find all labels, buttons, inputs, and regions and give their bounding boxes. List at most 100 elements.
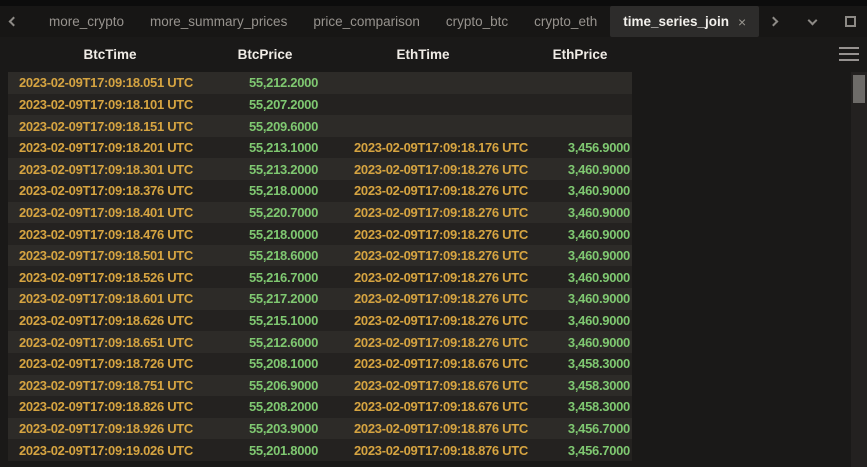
tab-label: crypto_eth bbox=[534, 14, 597, 29]
btc-time-cell: 2023-02-09T17:09:18.101 UTC bbox=[8, 97, 212, 112]
btc-price-cell: 55,209.6000 bbox=[212, 119, 318, 134]
column-header-BtcTime[interactable]: BtcTime bbox=[8, 47, 212, 62]
table-row[interactable]: 2023-02-09T17:09:18.401 UTC55,220.700020… bbox=[8, 202, 632, 224]
table-row[interactable]: 2023-02-09T17:09:18.051 UTC55,212.2000 bbox=[8, 72, 632, 94]
eth-time-cell: 2023-02-09T17:09:18.276 UTC bbox=[318, 205, 528, 220]
btc-time-cell: 2023-02-09T17:09:18.626 UTC bbox=[8, 313, 212, 328]
eth-time-cell: 2023-02-09T17:09:18.276 UTC bbox=[318, 227, 528, 242]
eth-time-cell: 2023-02-09T17:09:18.276 UTC bbox=[318, 183, 528, 198]
table-row[interactable]: 2023-02-09T17:09:18.301 UTC55,213.200020… bbox=[8, 158, 632, 180]
eth-price-cell: 3,460.9000 bbox=[528, 205, 632, 220]
results-panel: BtcTimeBtcPriceEthTimeEthPrice 2023-02-0… bbox=[0, 37, 867, 467]
tab-crypto_btc[interactable]: crypto_btc bbox=[433, 6, 521, 37]
btc-time-cell: 2023-02-09T17:09:18.726 UTC bbox=[8, 356, 212, 371]
table-row[interactable]: 2023-02-09T17:09:18.726 UTC55,208.100020… bbox=[8, 353, 632, 375]
eth-time-cell: 2023-02-09T17:09:18.276 UTC bbox=[318, 291, 528, 306]
tabs-scroll-right-icon[interactable] bbox=[763, 11, 785, 33]
table-row[interactable]: 2023-02-09T17:09:18.151 UTC55,209.6000 bbox=[8, 115, 632, 137]
table-row[interactable]: 2023-02-09T17:09:18.376 UTC55,218.000020… bbox=[8, 180, 632, 202]
eth-time-cell: 2023-02-09T17:09:18.676 UTC bbox=[318, 356, 528, 371]
btc-price-cell: 55,212.6000 bbox=[212, 335, 318, 350]
btc-time-cell: 2023-02-09T17:09:18.301 UTC bbox=[8, 162, 212, 177]
menu-icon[interactable] bbox=[839, 47, 859, 61]
tab-crypto_eth[interactable]: crypto_eth bbox=[521, 6, 610, 37]
tab-bar: more_crypto more_summary_prices price_comp… bbox=[0, 6, 867, 37]
btc-price-cell: 55,218.0000 bbox=[212, 227, 318, 242]
btc-price-cell: 55,207.2000 bbox=[212, 97, 318, 112]
eth-price-cell: 3,460.9000 bbox=[528, 162, 632, 177]
eth-price-cell: 3,460.9000 bbox=[528, 183, 632, 198]
tab-list: more_crypto more_summary_prices price_comp… bbox=[36, 6, 759, 37]
eth-price-cell: 3,456.7000 bbox=[528, 443, 632, 458]
eth-time-cell: 2023-02-09T17:09:18.876 UTC bbox=[318, 421, 528, 436]
table-row[interactable]: 2023-02-09T17:09:18.926 UTC55,203.900020… bbox=[8, 418, 632, 440]
eth-price-cell: 3,456.9000 bbox=[528, 140, 632, 155]
maximize-icon[interactable] bbox=[839, 11, 861, 33]
btc-time-cell: 2023-02-09T17:09:18.526 UTC bbox=[8, 270, 212, 285]
table-row[interactable]: 2023-02-09T17:09:18.651 UTC55,212.600020… bbox=[8, 331, 632, 353]
table-row[interactable]: 2023-02-09T17:09:18.626 UTC55,215.100020… bbox=[8, 310, 632, 332]
tab-more_summary_prices[interactable]: more_summary_prices bbox=[137, 6, 300, 37]
btc-price-cell: 55,201.8000 bbox=[212, 443, 318, 458]
btc-time-cell: 2023-02-09T17:09:18.751 UTC bbox=[8, 378, 212, 393]
table-row[interactable]: 2023-02-09T17:09:19.026 UTC55,201.800020… bbox=[8, 439, 632, 461]
btc-price-cell: 55,218.0000 bbox=[212, 183, 318, 198]
btc-time-cell: 2023-02-09T17:09:18.826 UTC bbox=[8, 399, 212, 414]
table-row[interactable]: 2023-02-09T17:09:18.201 UTC55,213.100020… bbox=[8, 137, 632, 159]
btc-price-cell: 55,203.9000 bbox=[212, 421, 318, 436]
eth-price-cell: 3,460.9000 bbox=[528, 313, 632, 328]
tabs-scroll-left-icon[interactable] bbox=[0, 11, 22, 33]
tab-label: price_comparison bbox=[313, 14, 420, 29]
btc-time-cell: 2023-02-09T17:09:18.376 UTC bbox=[8, 183, 212, 198]
tab-bar-controls bbox=[763, 11, 861, 33]
eth-price-cell: 3,460.9000 bbox=[528, 291, 632, 306]
vertical-scrollbar[interactable] bbox=[851, 72, 867, 467]
btc-price-cell: 55,220.7000 bbox=[212, 205, 318, 220]
column-header-EthPrice[interactable]: EthPrice bbox=[528, 47, 632, 62]
close-tab-icon[interactable]: × bbox=[738, 15, 746, 29]
table-row[interactable]: 2023-02-09T17:09:18.751 UTC55,206.900020… bbox=[8, 375, 632, 397]
btc-time-cell: 2023-02-09T17:09:18.501 UTC bbox=[8, 248, 212, 263]
btc-price-cell: 55,208.2000 bbox=[212, 399, 318, 414]
tab-label: more_summary_prices bbox=[150, 14, 287, 29]
column-header-EthTime[interactable]: EthTime bbox=[318, 47, 528, 62]
eth-time-cell: 2023-02-09T17:09:18.676 UTC bbox=[318, 378, 528, 393]
btc-price-cell: 55,213.2000 bbox=[212, 162, 318, 177]
btc-price-cell: 55,206.9000 bbox=[212, 378, 318, 393]
eth-price-cell: 3,458.3000 bbox=[528, 378, 632, 393]
btc-price-cell: 55,217.2000 bbox=[212, 291, 318, 306]
btc-time-cell: 2023-02-09T17:09:18.476 UTC bbox=[8, 227, 212, 242]
table-row[interactable]: 2023-02-09T17:09:18.601 UTC55,217.200020… bbox=[8, 288, 632, 310]
tabs-dropdown-icon[interactable] bbox=[801, 11, 823, 33]
btc-price-cell: 55,215.1000 bbox=[212, 313, 318, 328]
btc-time-cell: 2023-02-09T17:09:18.601 UTC bbox=[8, 291, 212, 306]
btc-time-cell: 2023-02-09T17:09:19.026 UTC bbox=[8, 443, 212, 458]
btc-time-cell: 2023-02-09T17:09:18.926 UTC bbox=[8, 421, 212, 436]
eth-price-cell: 3,460.9000 bbox=[528, 335, 632, 350]
scrollbar-thumb[interactable] bbox=[853, 75, 865, 103]
tab-time_series_join[interactable]: time_series_join × bbox=[610, 6, 759, 37]
btc-time-cell: 2023-02-09T17:09:18.651 UTC bbox=[8, 335, 212, 350]
tab-label: time_series_join bbox=[623, 14, 729, 29]
btc-time-cell: 2023-02-09T17:09:18.151 UTC bbox=[8, 119, 212, 134]
btc-time-cell: 2023-02-09T17:09:18.051 UTC bbox=[8, 75, 212, 90]
btc-price-cell: 55,218.6000 bbox=[212, 248, 318, 263]
eth-time-cell: 2023-02-09T17:09:18.276 UTC bbox=[318, 270, 528, 285]
table-row[interactable]: 2023-02-09T17:09:18.101 UTC55,207.2000 bbox=[8, 94, 632, 116]
table-row[interactable]: 2023-02-09T17:09:18.476 UTC55,218.000020… bbox=[8, 223, 632, 245]
tab-price_comparison[interactable]: price_comparison bbox=[300, 6, 433, 37]
eth-price-cell: 3,460.9000 bbox=[528, 227, 632, 242]
table-row[interactable]: 2023-02-09T17:09:18.826 UTC55,208.200020… bbox=[8, 396, 632, 418]
eth-time-cell: 2023-02-09T17:09:18.276 UTC bbox=[318, 162, 528, 177]
eth-time-cell: 2023-02-09T17:09:18.676 UTC bbox=[318, 399, 528, 414]
app-window: more_crypto more_summary_prices price_comp… bbox=[0, 0, 867, 467]
column-header-BtcPrice[interactable]: BtcPrice bbox=[212, 47, 318, 62]
table-row[interactable]: 2023-02-09T17:09:18.526 UTC55,216.700020… bbox=[8, 266, 632, 288]
eth-time-cell: 2023-02-09T17:09:18.876 UTC bbox=[318, 443, 528, 458]
tab-more_crypto[interactable]: more_crypto bbox=[36, 6, 137, 37]
btc-price-cell: 55,212.2000 bbox=[212, 75, 318, 90]
btc-time-cell: 2023-02-09T17:09:18.401 UTC bbox=[8, 205, 212, 220]
eth-time-cell: 2023-02-09T17:09:18.276 UTC bbox=[318, 248, 528, 263]
eth-price-cell: 3,458.3000 bbox=[528, 356, 632, 371]
table-row[interactable]: 2023-02-09T17:09:18.501 UTC55,218.600020… bbox=[8, 245, 632, 267]
